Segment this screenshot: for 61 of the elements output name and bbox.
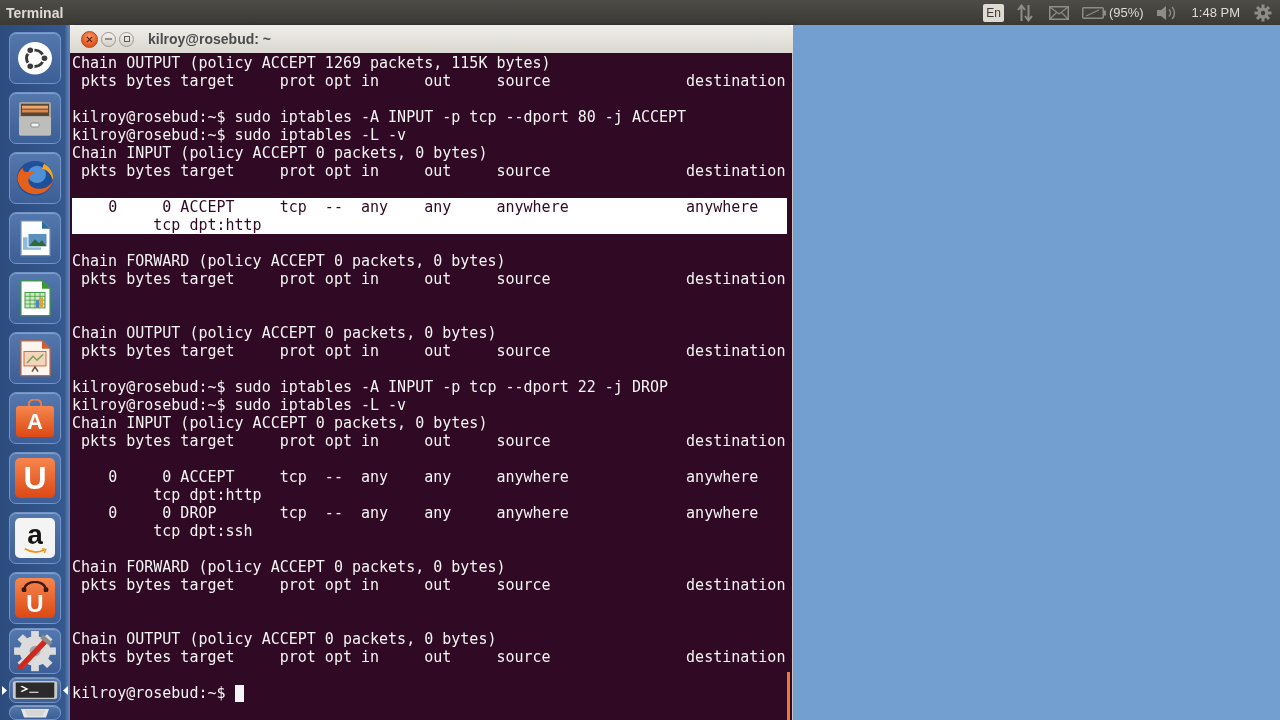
launcher-item[interactable] [9, 212, 61, 264]
window-title: kilroy@rosebud: ~ [148, 30, 271, 48]
terminal-line: Chain OUTPUT (policy ACCEPT 0 packets, 0 bytes) [72, 324, 497, 342]
launcher-item[interactable] [9, 677, 61, 703]
clock-indicator[interactable]: 1:48 PM [1191, 3, 1240, 22]
terminal-line: 0 0 DROP tcp -- any any anywhere anywhere [108, 504, 759, 522]
terminal-line: kilroy@rosebud:~$ sudo iptables -L -v [72, 396, 407, 414]
terminal-line: Chain INPUT (policy ACCEPT 0 packets, 0 bytes) [72, 144, 488, 162]
maximize-button[interactable] [119, 31, 134, 47]
terminal-line: kilroy@rosebud:~$ sudo iptables -L -v [72, 126, 407, 144]
launcher-item[interactable] [9, 92, 61, 144]
terminal-line: tcp dpt:http [153, 486, 262, 504]
smile-arrow-icon [22, 548, 48, 554]
app-title: Terminal [6, 3, 64, 22]
terminal-line: kilroy@rosebud:~$ sudo iptables -A INPUT -p tcp --dport 80 -j ACCEPT [72, 108, 687, 126]
minimize-icon [105, 38, 112, 40]
bag-handle-icon [26, 399, 44, 406]
terminal-line: Chain FORWARD (policy ACCEPT 0 packets, 0 bytes) [72, 558, 506, 576]
terminal-line: Chain INPUT (policy ACCEPT 0 packets, 0 bytes) [72, 414, 488, 432]
terminal-line: 0 0 ACCEPT tcp -- any any anywhere anywhere [108, 468, 759, 486]
terminal-line: pkts bytes target prot opt in out source destination [81, 72, 786, 90]
terminal-line: pkts bytes target prot opt in out source destination [81, 576, 786, 594]
envelope-icon[interactable] [1048, 5, 1069, 20]
terminal-line: Chain OUTPUT (policy ACCEPT 0 packets, 0 bytes) [72, 630, 497, 648]
terminal-line: pkts bytes target prot opt in out source destination [81, 648, 786, 666]
terminal-line: tcp dpt:http [153, 216, 262, 234]
terminal-line: 0 0 ACCEPT tcp -- any any anywhere anywhere [108, 198, 759, 216]
close-icon [86, 35, 93, 43]
launcher-item[interactable] [9, 32, 61, 84]
logo-letter: U [23, 462, 47, 494]
shell-prompt: kilroy@rosebud:~$ [72, 684, 226, 702]
maximize-icon [123, 36, 130, 42]
terminal-line: kilroy@rosebud:~$ sudo iptables -A INPUT -p tcp --dport 22 -j DROP [72, 378, 669, 396]
launcher-item[interactable] [9, 332, 61, 384]
headphones-icon [20, 580, 50, 592]
battery-icon [1081, 6, 1106, 19]
launcher-item[interactable] [9, 272, 61, 324]
terminal-line: pkts bytes target prot opt in out source destination [81, 432, 786, 450]
terminal-icon [12, 678, 58, 702]
launcher-item[interactable] [9, 705, 61, 720]
gear-icon[interactable] [1254, 3, 1272, 22]
network-arrows-icon[interactable] [1016, 3, 1033, 22]
terminal-line: Chain FORWARD (policy ACCEPT 0 packets, 0 bytes) [72, 252, 506, 270]
launcher-item[interactable]: a [9, 512, 61, 564]
keyboard-layout-indicator[interactable]: En [983, 3, 1004, 22]
logo-letter: A [27, 409, 43, 434]
scrollbar-thumb[interactable] [787, 672, 790, 720]
battery-indicator[interactable]: (95%) [1081, 3, 1144, 22]
logo-letter: a [27, 522, 43, 548]
gear-wrench-icon [13, 629, 57, 673]
launcher-item[interactable]: U [9, 572, 61, 624]
launcher-item[interactable] [9, 628, 61, 674]
terminal-line: pkts bytes target prot opt in out source destination [81, 342, 786, 360]
speaker-icon[interactable] [1155, 4, 1176, 21]
fox-globe-icon [15, 158, 55, 198]
terminal-line: tcp dpt:ssh [153, 522, 253, 540]
terminal-line: pkts bytes target prot opt in out source destination [81, 270, 786, 288]
logo-letter: U [26, 591, 44, 616]
terminal-line: pkts bytes target prot opt in out source destination [81, 162, 786, 180]
terminal-line: Chain OUTPUT (policy ACCEPT 1269 packets, 115K bytes) [72, 54, 551, 72]
close-button[interactable] [81, 30, 98, 48]
